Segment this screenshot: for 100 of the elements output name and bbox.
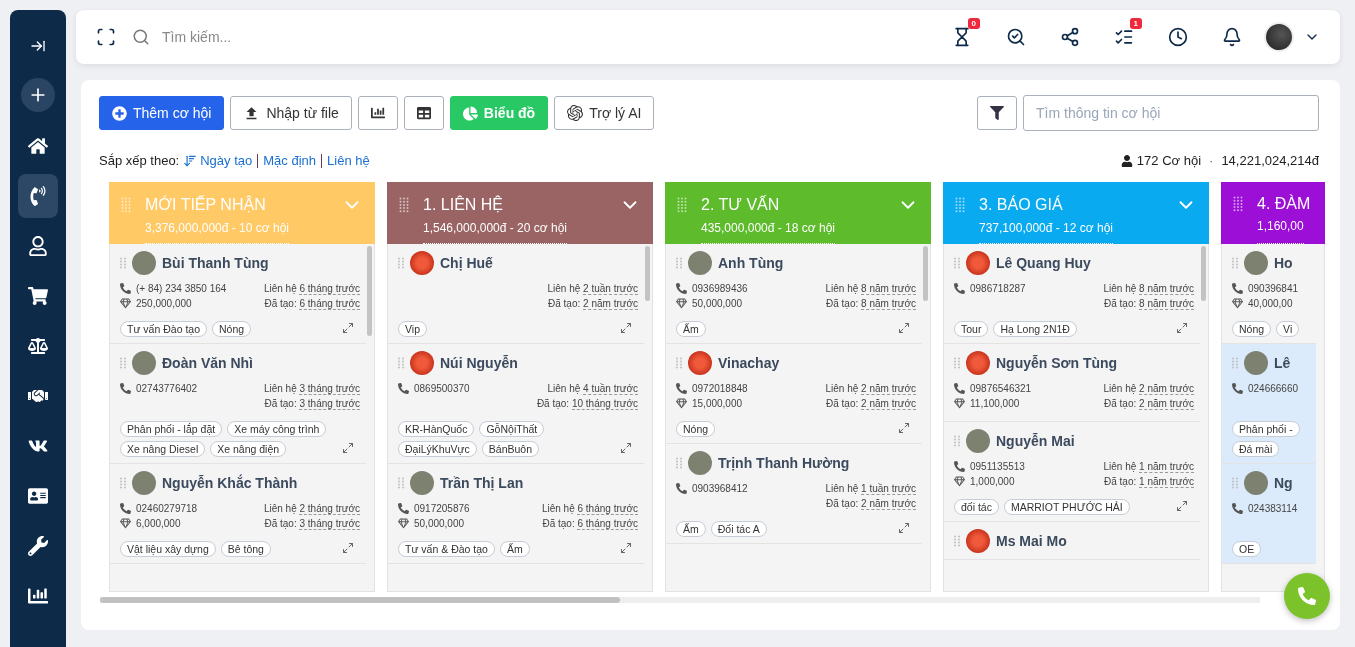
phone-nav-button[interactable]: [18, 174, 58, 218]
photo-placeholder: [688, 251, 712, 275]
expand-icon[interactable]: [620, 542, 632, 554]
checklist-button[interactable]: 1: [1102, 20, 1146, 54]
tag: Tư vấn Đào tạo: [120, 321, 207, 337]
created-time: Đã tạo: 2 năm trước: [826, 398, 916, 409]
expand-icon[interactable]: [342, 442, 354, 454]
avatar[interactable]: [1264, 22, 1294, 52]
drag-handle-icon[interactable]: [676, 357, 682, 369]
sort-link[interactable]: Ngày tạo: [200, 153, 253, 168]
action-button[interactable]: Thêm cơ hội: [99, 96, 225, 130]
fullscreen-icon[interactable]: [96, 27, 116, 47]
sort-link[interactable]: Mặc định: [263, 153, 317, 168]
contact-time: Liên hệ 4 tuần trước: [547, 383, 638, 394]
expand-icon[interactable]: [898, 522, 910, 534]
expand-icon[interactable]: [342, 322, 354, 334]
tag: GỗNộiThất: [479, 421, 545, 437]
contact-time: Liên hệ 8 năm trước: [1103, 283, 1194, 294]
phone-number: 02743776402: [136, 383, 198, 394]
contact-name: Vinachay: [718, 355, 780, 371]
drag-handle-icon[interactable]: [399, 197, 409, 214]
sort-descending-icon[interactable]: [183, 153, 198, 168]
clock-icon: [1168, 27, 1188, 47]
drag-handle-icon[interactable]: [121, 197, 131, 214]
diamond-icon: [1232, 298, 1243, 309]
tag: Phân phối - lắp đặt: [120, 421, 223, 437]
scrollbar[interactable]: [1201, 246, 1206, 301]
photo-placeholder: [132, 351, 156, 375]
table-view-button[interactable]: [403, 96, 444, 130]
expand-icon[interactable]: [620, 442, 632, 454]
drag-handle-icon[interactable]: [398, 477, 404, 489]
drag-handle-icon[interactable]: [676, 457, 682, 469]
tag: Tư vấn & Đào tạo: [398, 541, 495, 557]
expand-icon[interactable]: [1176, 500, 1188, 512]
drag-handle-icon[interactable]: [676, 257, 682, 269]
expand-icon[interactable]: [342, 542, 354, 554]
drag-handle-icon[interactable]: [677, 197, 687, 214]
photo-placeholder: [1244, 471, 1268, 495]
tag: Nóng: [1232, 321, 1272, 337]
hourglass-button[interactable]: 0: [940, 20, 984, 54]
phone-number: 0986718287: [970, 283, 1026, 294]
filter-button[interactable]: [977, 96, 1017, 130]
expand-icon[interactable]: [898, 422, 910, 434]
drag-handle-icon[interactable]: [398, 257, 404, 269]
action-button[interactable]: Trợ lý AI: [554, 96, 655, 130]
chart-view-button[interactable]: [357, 96, 398, 130]
photo-placeholder: [688, 451, 712, 475]
tag: Vip: [398, 321, 427, 337]
drag-handle-icon[interactable]: [1232, 477, 1238, 489]
phone-icon: [1232, 503, 1243, 514]
created-time: Đã tạo: 2 năm trước: [826, 498, 916, 509]
drag-handle-icon[interactable]: [954, 257, 960, 269]
created-time: Đã tạo: 1 năm trước: [1104, 476, 1194, 487]
contact-name: Trịnh Thanh Hường: [718, 455, 850, 471]
expand-icon[interactable]: [620, 322, 632, 334]
search-field[interactable]: Tìm thông tin cơ hội: [1023, 95, 1319, 131]
logo-avatar: [966, 351, 990, 375]
drag-handle-icon[interactable]: [954, 357, 960, 369]
phone-icon: [954, 283, 965, 294]
column-title: 3. BÁO GIÁ: [979, 196, 1063, 215]
contact-name: Trần Thị Lan: [440, 475, 524, 491]
contact-time: Liên hệ 1 tuần trước: [825, 483, 916, 494]
horizontal-scrollbar[interactable]: [100, 597, 1260, 603]
logo-avatar: [410, 351, 434, 375]
drag-handle-icon[interactable]: [120, 477, 126, 489]
phone-number: 0917205876: [414, 503, 470, 514]
drag-handle-icon[interactable]: [1233, 196, 1243, 213]
deal-value: 6,000,000: [136, 518, 181, 529]
photo-placeholder: [1244, 251, 1268, 275]
expand-icon[interactable]: [898, 322, 910, 334]
created-time: Đã tạo: 3 tháng trước: [264, 398, 360, 409]
action-button[interactable]: Nhập từ file: [230, 96, 352, 130]
hourglass-icon: [952, 27, 972, 47]
drag-handle-icon[interactable]: [1232, 357, 1238, 369]
drag-handle-icon[interactable]: [955, 197, 965, 214]
drag-handle-icon[interactable]: [1232, 257, 1238, 269]
deal-value: 250,000,000: [136, 298, 192, 309]
scrollbar[interactable]: [923, 246, 928, 301]
photo-placeholder: [1244, 351, 1268, 375]
drag-handle-icon[interactable]: [398, 357, 404, 369]
drag-handle-icon[interactable]: [120, 257, 126, 269]
deal-card[interactable]: Ng 024383114 OE: [1222, 464, 1316, 564]
tag: Vi: [1276, 321, 1300, 337]
drag-handle-icon[interactable]: [954, 535, 960, 547]
deal-card[interactable]: Lê 024666660 Phân phối - Đá mài: [1222, 344, 1316, 464]
diamond-icon: [398, 518, 409, 529]
deal-value: 15,000,000: [692, 398, 743, 409]
sort-link[interactable]: Liên hệ: [327, 153, 370, 168]
drag-handle-icon[interactable]: [954, 435, 960, 447]
created-time: Đã tạo: 2 năm trước: [1104, 398, 1194, 409]
scrollbar[interactable]: [645, 246, 650, 301]
tag: Xe nâng Diesel: [120, 441, 206, 457]
scrollbar[interactable]: [367, 246, 372, 336]
add-button[interactable]: [21, 78, 55, 112]
tag: Ấm: [676, 521, 706, 537]
contact-name: Núi Nguyễn: [440, 355, 518, 371]
drag-handle-icon[interactable]: [120, 357, 126, 369]
phone-number: 0903968412: [692, 483, 748, 494]
contact-name: Chị Huế: [440, 255, 493, 271]
expand-icon[interactable]: [1176, 322, 1188, 334]
